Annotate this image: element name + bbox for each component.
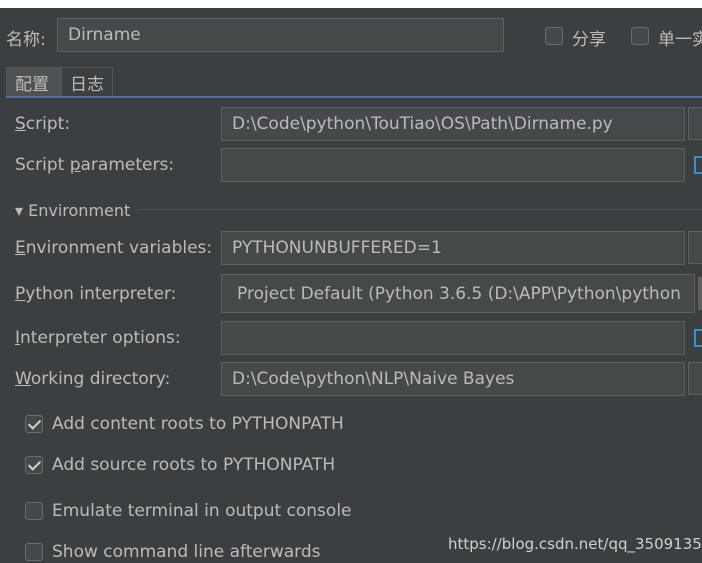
working-directory-input[interactable]: D:\Code\python\NLP\Naive Bayes [221,362,685,396]
working-directory-label: Working directory: [15,369,171,389]
emulate-terminal-checkbox[interactable] [25,502,43,520]
add-content-roots-checkbox[interactable] [25,415,43,433]
add-content-roots-label: Add content roots to PYTHONPATH [52,414,344,434]
script-parameters-label: Script parameters: [15,155,175,175]
environment-variables-input[interactable]: PYTHONUNBUFFERED=1 [221,231,685,265]
share-label: 分享 [572,30,606,50]
script-browse-button[interactable] [688,107,702,140]
working-directory-browse-button[interactable] [688,362,702,395]
python-interpreter-label: Python interpreter: [15,284,177,304]
expand-icon[interactable] [694,329,702,347]
interpreter-dropdown-arrow[interactable] [698,277,702,310]
environment-section-header[interactable]: ▾ Environment [15,201,130,220]
add-source-roots-checkbox[interactable] [25,456,43,474]
show-command-line-checkbox[interactable] [25,543,43,561]
single-instance-checkbox[interactable] [631,27,649,45]
environment-variables-label: Environment variables: [15,238,213,258]
tab-config-label: 配置 [15,74,49,95]
tab-log-label: 日志 [70,74,104,95]
tab-config[interactable]: 配置 [6,67,61,96]
top-strip [0,0,702,8]
script-label: Script: [15,114,71,134]
interpreter-options-input[interactable] [221,321,685,355]
emulate-terminal-label: Emulate terminal in output console [52,501,352,521]
name-label: 名称: [6,30,46,50]
expand-icon[interactable] [694,156,702,174]
interpreter-options-label: Interpreter options: [15,328,181,348]
python-interpreter-select[interactable]: Project Default (Python 3.6.5 (D:\APP\Py… [221,274,695,313]
name-input[interactable]: Dirname [57,18,504,52]
environment-section-label: Environment [28,201,131,220]
single-instance-label: 单一实 [658,30,702,50]
watermark: https://blog.csdn.net/qq_35091353 [448,535,702,553]
environment-variables-edit-button[interactable] [688,231,702,264]
show-command-line-label: Show command line afterwards [52,542,321,562]
script-input[interactable]: D:\Code\python\TouTiao\OS\Path\Dirname.p… [221,107,685,141]
add-source-roots-label: Add source roots to PYTHONPATH [52,455,336,475]
tab-underline [6,96,702,98]
tab-log[interactable]: 日志 [61,67,113,96]
section-divider [138,209,702,210]
share-checkbox[interactable] [545,27,563,45]
script-parameters-input[interactable] [221,148,685,182]
